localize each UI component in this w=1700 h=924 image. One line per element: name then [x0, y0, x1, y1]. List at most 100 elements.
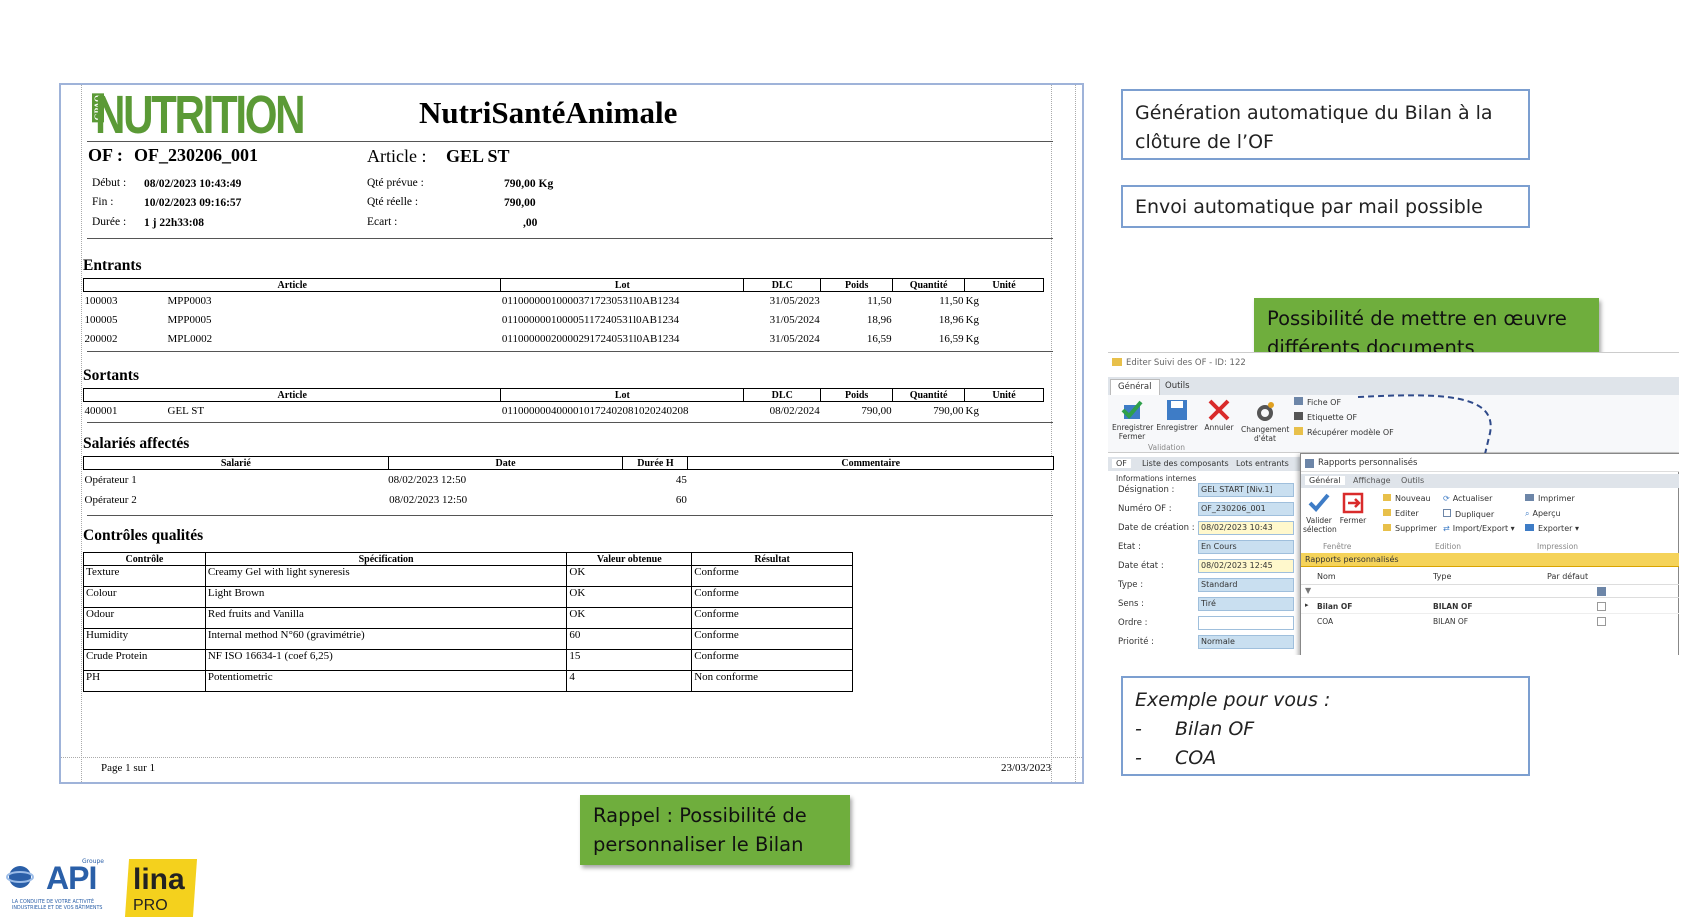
change-state-button[interactable]: Changement d'état: [1241, 401, 1289, 443]
cell: Potentiometric: [204, 670, 568, 692]
table-row: 100003 MPP0003 011000000100003717230531l0…: [84, 292, 1044, 311]
sortants-table: Article Lot DLC Poids Quantité Unité 400…: [82, 388, 1044, 421]
dialog-tab-general[interactable]: Général: [1305, 476, 1345, 485]
dialog-tab-outils[interactable]: Outils: [1401, 476, 1424, 485]
entrants-heading: Entrants: [83, 257, 142, 274]
cell: 18,96: [866, 314, 892, 326]
table-row: Odour Red fruits and Vanilla OK Conforme: [83, 607, 853, 629]
actualiser-button[interactable]: ⟳ Actualiser: [1443, 494, 1492, 503]
grid-row[interactable]: COA BILAN OF: [1301, 615, 1679, 629]
cell: Humidity: [83, 628, 206, 650]
window-title: Editer Suivi des OF - ID: 122: [1126, 358, 1246, 368]
imprimer-button[interactable]: Imprimer: [1525, 494, 1575, 503]
etat-field[interactable]: En Cours: [1198, 540, 1294, 554]
export-icon: [1525, 524, 1534, 531]
folder-icon: [1112, 358, 1122, 366]
cell: Conforme: [691, 607, 853, 629]
dupliquer-button[interactable]: Dupliquer: [1443, 509, 1494, 519]
field-label: Numéro OF :: [1118, 504, 1172, 514]
designation-field[interactable]: GEL START [Niv.1]: [1198, 483, 1294, 497]
col-par-defaut: Par défaut: [1547, 572, 1589, 581]
cell: 200002: [84, 333, 118, 345]
table-row: 200002 MPL0002 011000000200002917240531l0…: [84, 330, 1044, 349]
dialog-tab-affichage[interactable]: Affichage: [1353, 476, 1391, 485]
magnifier-icon: ⌕: [1525, 509, 1530, 518]
cell: 31/05/2024: [769, 314, 820, 326]
numero-of-field[interactable]: OF_230206_001: [1198, 502, 1294, 516]
cell: 08/02/2024: [769, 405, 820, 418]
qte-prevue-label: Qté prévue :: [367, 177, 424, 189]
qte-reelle-label: Qté réelle :: [367, 196, 419, 208]
date-etat-field[interactable]: 08/02/2023 12:45: [1198, 559, 1294, 573]
col-lot: Lot: [500, 278, 745, 292]
ecart-label: Ecart :: [367, 216, 398, 228]
cell: 15: [566, 649, 693, 671]
of-value: OF_230206_001: [134, 145, 258, 165]
default-checkbox[interactable]: [1597, 617, 1606, 626]
filter-row[interactable]: ▼: [1301, 584, 1679, 598]
cell: 16,59: [866, 333, 892, 345]
editer-button[interactable]: Editer: [1383, 509, 1419, 518]
folder-icon: [1294, 427, 1303, 435]
apercu-button[interactable]: ⌕ Aperçu: [1525, 509, 1561, 519]
subtab-of[interactable]: OF: [1112, 459, 1131, 468]
cell: Conforme: [691, 586, 853, 608]
ordre-field[interactable]: [1198, 616, 1294, 630]
sens-field[interactable]: Tiré: [1198, 597, 1294, 611]
close-dialog-button[interactable]: Fermer: [1337, 492, 1369, 525]
cell: OK: [566, 586, 693, 608]
lina-wordmark: lina: [133, 863, 185, 896]
subtab-composants[interactable]: Liste des composants: [1142, 459, 1229, 468]
priorite-field[interactable]: Normale: [1198, 635, 1294, 649]
nouveau-button[interactable]: Nouveau: [1383, 494, 1431, 503]
cell: 16,59: [938, 333, 964, 345]
import-export-button[interactable]: ⇄ Import/Export ▾: [1443, 524, 1515, 533]
col-article: Article: [82, 388, 502, 402]
row-nom: Bilan OF: [1317, 602, 1353, 611]
save-button[interactable]: Enregistrer: [1156, 399, 1198, 432]
gear-icon: [1257, 402, 1274, 421]
cell: Texture: [83, 565, 206, 587]
cell: Kg: [965, 314, 980, 326]
dialog-title-bar: Rapports personnalisés: [1301, 454, 1679, 472]
field-label: Date de création :: [1118, 523, 1195, 533]
controles-table: Contrôle Spécification Valeur obtenue Ré…: [83, 552, 853, 692]
supprimer-button[interactable]: Supprimer: [1383, 524, 1437, 533]
col-salarie: Salarié: [83, 456, 389, 470]
field-label: Sens :: [1118, 599, 1145, 609]
default-checkbox[interactable]: [1597, 602, 1606, 611]
field-label: Priorité :: [1118, 637, 1155, 647]
menu-fiche-of[interactable]: Fiche OF: [1294, 397, 1341, 407]
cell: Non conforme: [691, 670, 853, 692]
cell: Kg: [965, 333, 980, 345]
exemple-item: - Bilan OF: [1135, 718, 1255, 740]
page-number: Page 1 sur 1: [101, 762, 156, 774]
qte-prevue-value: 790,00 Kg: [504, 178, 554, 190]
type-field[interactable]: Standard: [1198, 578, 1294, 592]
tab-general[interactable]: Général: [1110, 379, 1160, 395]
cell: PH: [83, 670, 206, 692]
date-creation-field[interactable]: 08/02/2023 10:43: [1198, 521, 1294, 535]
exporter-button[interactable]: Exporter ▾: [1525, 524, 1579, 533]
cell: 100003: [84, 295, 118, 308]
validate-selection-button[interactable]: Valider sélection: [1303, 492, 1337, 534]
api-tagline: LA CONDUITE DE VOTRE ACTIVITÉ INDUSTRIEL…: [12, 900, 103, 911]
refresh-icon: ⟳: [1443, 494, 1450, 503]
tab-outils[interactable]: Outils: [1158, 379, 1197, 395]
col-poids: Poids: [820, 278, 894, 292]
grid-row[interactable]: ▸ Bilan OF BILAN OF: [1301, 600, 1679, 614]
api-logo: Groupe API LA CONDUITE DE VOTRE ACTIVITÉ…: [6, 858, 126, 920]
cell: 011000000100003717230531l0AB1234: [501, 295, 680, 308]
callout-rappel: Rappel : Possibilité de personnaliser le…: [580, 795, 850, 865]
cancel-button[interactable]: Annuler: [1202, 399, 1236, 432]
cell: 45: [675, 473, 687, 486]
salaries-heading: Salariés affectés: [83, 435, 190, 452]
cell: OK: [566, 607, 693, 629]
subtab-lots[interactable]: Lots entrants: [1236, 459, 1289, 468]
save-close-button[interactable]: Enregistrer Fermer: [1112, 399, 1153, 441]
cell: Opérateur 2: [84, 493, 137, 506]
nutrition-logo: NUTRITION: [95, 85, 306, 145]
print-date: 23/03/2023: [1001, 762, 1052, 774]
cell: 011000000100005117240531l0AB1234: [501, 314, 679, 326]
cell: Conforme: [691, 628, 853, 650]
